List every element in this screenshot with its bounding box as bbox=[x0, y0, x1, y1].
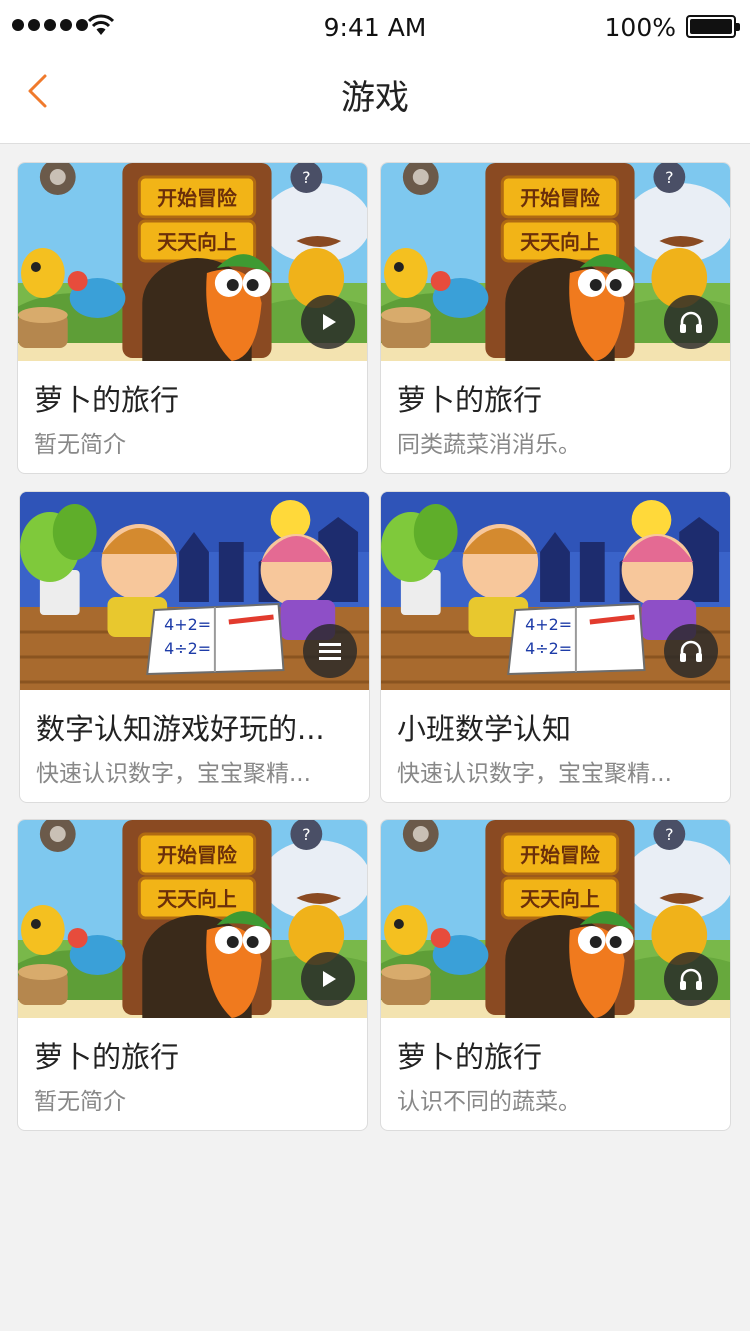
card-thumbnail: 4+2= 4÷2= bbox=[381, 492, 730, 690]
battery-percentage: 100% bbox=[604, 13, 676, 42]
play-button[interactable] bbox=[301, 295, 355, 349]
list-icon bbox=[317, 639, 343, 663]
card-description: 快速认识数字，宝宝聚精... bbox=[397, 761, 672, 787]
card-thumbnail: ? 开始冒险 天天向上 bbox=[18, 820, 367, 1018]
svg-text:?: ? bbox=[665, 825, 673, 844]
card-title: 萝卜的旅行 bbox=[397, 1040, 543, 1074]
thumbnail-sign1-text: 开始冒险 bbox=[520, 843, 601, 867]
card-thumbnail: 4+2= 4÷2= bbox=[20, 492, 369, 690]
card-title: 小班数学认知 bbox=[397, 712, 572, 746]
svg-text:?: ? bbox=[665, 168, 673, 187]
card-description: 暂无简介 bbox=[34, 1089, 126, 1115]
headphones-button[interactable] bbox=[664, 295, 718, 349]
list-button[interactable] bbox=[303, 624, 357, 678]
card-title: 萝卜的旅行 bbox=[397, 383, 543, 417]
status-bar: 9:41 AM 100% bbox=[0, 0, 750, 56]
game-card[interactable]: ? 开始冒险 天天向上 萝卜的旅行暂无简介 bbox=[17, 162, 368, 474]
thumbnail-sign1-text: 开始冒险 bbox=[520, 186, 601, 210]
card-thumbnail: ? 开始冒险 天天向上 bbox=[18, 163, 367, 361]
game-card[interactable]: ? 开始冒险 天天向上 萝卜的旅行暂无简介 bbox=[17, 819, 368, 1131]
game-card[interactable]: 4+2= 4÷2= 小班数学认知快速认识数字，宝宝聚精... bbox=[380, 491, 731, 803]
thumbnail-eq1-text: 4+2= bbox=[164, 615, 211, 634]
card-thumbnail: ? 开始冒险 天天向上 bbox=[381, 163, 730, 361]
card-description: 同类蔬菜消消乐。 bbox=[397, 432, 581, 458]
card-title: 数字认知游戏好玩的... bbox=[36, 712, 325, 746]
nav-bar: 游戏 bbox=[0, 56, 750, 144]
page-title: 游戏 bbox=[341, 78, 409, 118]
card-description: 认识不同的蔬菜。 bbox=[397, 1089, 581, 1115]
thumbnail-sign2-text: 天天向上 bbox=[157, 230, 237, 254]
thumbnail-sign1-text: 开始冒险 bbox=[157, 843, 238, 867]
thumbnail-sign2-text: 天天向上 bbox=[520, 887, 600, 911]
thumbnail-sign1-text: 开始冒险 bbox=[157, 186, 238, 210]
card-title: 萝卜的旅行 bbox=[34, 1040, 180, 1074]
thumbnail-sign2-text: 天天向上 bbox=[157, 887, 237, 911]
thumbnail-eq2-text: 4÷2= bbox=[525, 639, 572, 658]
thumbnail-eq1-text: 4+2= bbox=[525, 615, 572, 634]
game-card[interactable]: ? 开始冒险 天天向上 萝卜的旅行认识不同的蔬菜。 bbox=[380, 819, 731, 1131]
game-card[interactable]: ? 开始冒险 天天向上 萝卜的旅行同类蔬菜消消乐。 bbox=[380, 162, 731, 474]
svg-text:?: ? bbox=[302, 168, 310, 187]
headphones-icon bbox=[677, 637, 705, 665]
battery-icon bbox=[686, 15, 740, 38]
headphones-icon bbox=[677, 965, 705, 993]
thumbnail-sign2-text: 天天向上 bbox=[520, 230, 600, 254]
headphones-button[interactable] bbox=[664, 624, 718, 678]
card-description: 暂无简介 bbox=[34, 432, 126, 458]
card-title: 萝卜的旅行 bbox=[34, 383, 180, 417]
headphones-icon bbox=[677, 308, 705, 336]
play-icon bbox=[316, 967, 340, 991]
play-button[interactable] bbox=[301, 952, 355, 1006]
headphones-button[interactable] bbox=[664, 952, 718, 1006]
svg-text:?: ? bbox=[302, 825, 310, 844]
card-thumbnail: ? 开始冒险 天天向上 bbox=[381, 820, 730, 1018]
play-icon bbox=[316, 310, 340, 334]
thumbnail-eq2-text: 4÷2= bbox=[164, 639, 211, 658]
game-card[interactable]: 4+2= 4÷2= 数字认知游戏好玩的... 快速认识数字，宝宝聚精... bbox=[19, 491, 370, 803]
card-description: 快速认识数字，宝宝聚精... bbox=[36, 761, 311, 787]
